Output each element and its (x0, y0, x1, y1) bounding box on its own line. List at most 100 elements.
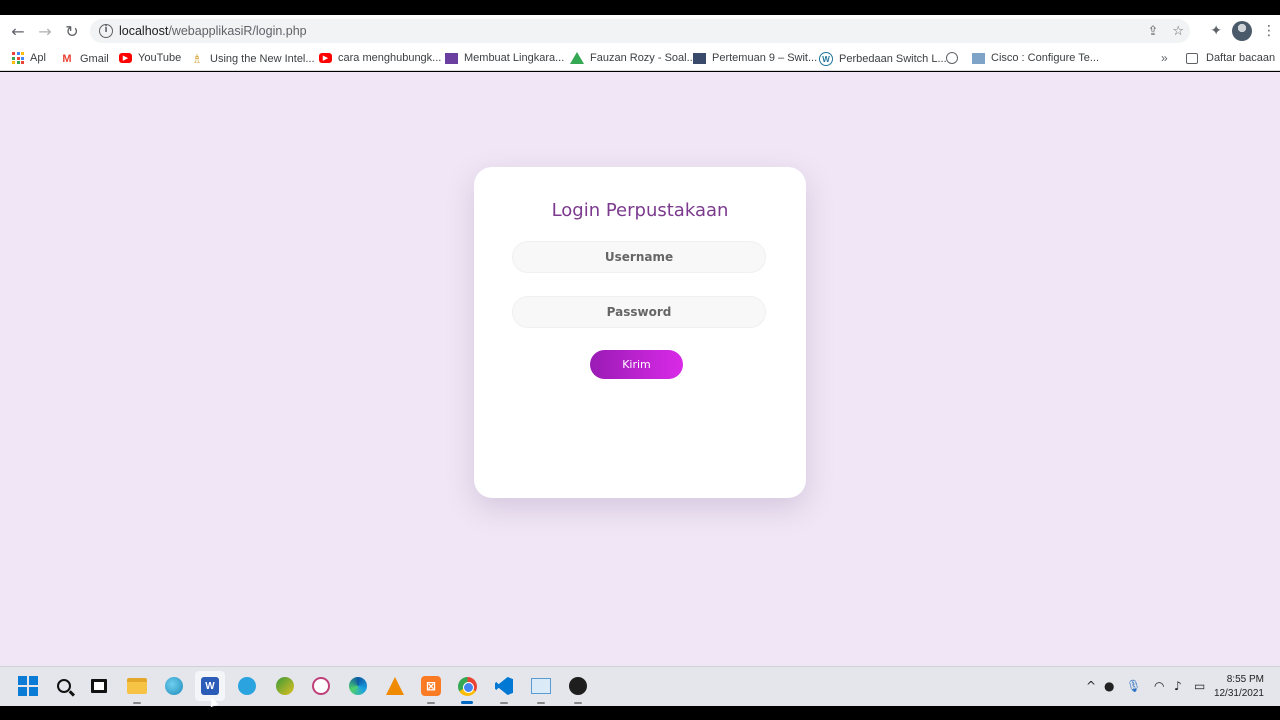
bookmark-label: Perbedaan Switch L... (839, 53, 947, 65)
intel-icon: ♗ (191, 52, 203, 66)
youtube-icon: ▶ (319, 53, 332, 63)
extensions-puzzle-icon[interactable]: ✦ (1210, 23, 1222, 39)
wordpress-icon: W (819, 52, 833, 66)
screen-bottom-bar (0, 706, 1280, 720)
bookmark-fauzan-rozy[interactable]: Fauzan Rozy - Soal... (570, 52, 696, 64)
edge-icon (349, 677, 367, 695)
reading-list-button[interactable]: Daftar bacaan (1186, 52, 1275, 64)
forward-button[interactable]: → (32, 18, 58, 44)
xampp-button[interactable]: ⊠ (420, 675, 442, 704)
bookmark-perbedaan-switch[interactable]: W Perbedaan Switch L... (819, 52, 947, 66)
app-button[interactable] (530, 675, 552, 704)
bookmark-label: Cisco : Configure Te... (991, 52, 1100, 64)
telegram-button[interactable] (236, 675, 258, 697)
bookmark-gmail[interactable]: M Gmail (60, 52, 109, 66)
reading-list-label: Daftar bacaan (1206, 52, 1276, 64)
back-button[interactable]: ← (5, 18, 31, 44)
bookmark-label: Gmail (80, 53, 109, 65)
globe-icon (946, 52, 958, 64)
youtube-icon: ▶ (119, 53, 132, 63)
reload-icon: ↻ (65, 21, 79, 41)
bookmark-cara-menghubungkan[interactable]: ▶ cara menghubungk... (319, 52, 441, 64)
search-button[interactable] (53, 675, 75, 697)
url-text[interactable]: localhost/webapplikasiR/login.php (119, 24, 307, 38)
task-view-button[interactable] (88, 675, 110, 697)
bookmark-label: cara menghubungk... (338, 52, 442, 64)
screen-top-bar (0, 0, 1280, 15)
site-info-icon[interactable]: i (99, 24, 113, 38)
vscode-icon (495, 677, 513, 695)
submit-button[interactable]: Kirim (590, 350, 683, 379)
browser-toolbar: ← → ↻ i localhost/webapplikasiR/login.ph… (0, 15, 1280, 47)
url-host: localhost (119, 24, 169, 38)
reload-button[interactable]: ↻ (59, 18, 85, 44)
url-path: /webapplikasiR/login.php (168, 24, 307, 38)
address-bar[interactable]: i localhost/webapplikasiR/login.php ⇪ ☆ (90, 19, 1190, 43)
username-input[interactable] (512, 241, 766, 273)
bookmark-favicon-icon (445, 52, 458, 64)
bookmarks-bar: Apl M Gmail ▶ YouTube ♗ Using the New In… (0, 47, 1280, 71)
edge-button[interactable] (347, 675, 369, 697)
obs-button[interactable] (567, 675, 589, 704)
chrome-icon (457, 676, 477, 696)
profile-avatar[interactable] (1232, 21, 1252, 41)
bookmark-label: Apl (30, 52, 46, 64)
clock-date: 12/31/2021 (1213, 688, 1264, 699)
taskbar-clock[interactable]: 8:55 PM 12/31/2021 (1214, 673, 1264, 701)
bookmark-globe[interactable] (946, 52, 964, 64)
login-title: Login Perpustakaan (551, 200, 729, 221)
bookmark-star-icon[interactable]: ☆ (1172, 24, 1184, 39)
bookmark-label: YouTube (138, 52, 182, 64)
chevron-up-icon[interactable]: ^ (1086, 679, 1096, 693)
bookmarks-overflow-button[interactable]: » (1161, 51, 1168, 65)
app-button[interactable] (310, 675, 332, 697)
telegram-icon (238, 677, 256, 695)
login-card: Login Perpustakaan Kirim (474, 167, 806, 498)
google-drive-icon (570, 52, 584, 64)
vlc-icon (386, 677, 404, 695)
bookmark-intel[interactable]: ♗ Using the New Intel... (190, 52, 315, 66)
bookmark-label: Pertemuan 9 – Swit... (712, 52, 818, 64)
start-button[interactable] (17, 675, 39, 697)
bookmark-membuat-lingkaran[interactable]: Membuat Lingkara... (445, 52, 564, 64)
password-input[interactable] (512, 296, 766, 328)
microphone-icon[interactable]: 🎙 (1126, 679, 1141, 693)
vscode-button[interactable] (493, 675, 515, 704)
bookmark-youtube[interactable]: ▶ YouTube (119, 52, 181, 64)
clock-time: 8:55 PM (1226, 674, 1264, 685)
task-view-icon (91, 679, 107, 693)
chrome-button[interactable] (456, 675, 478, 704)
arrow-right-icon: → (38, 21, 52, 41)
search-icon (57, 679, 71, 693)
apps-grid-icon (12, 52, 24, 64)
file-explorer-button[interactable] (126, 675, 148, 704)
bookmark-pertemuan-9[interactable]: Pertemuan 9 – Swit... (693, 52, 817, 64)
volume-icon[interactable]: ♪ (1174, 679, 1182, 693)
share-icon[interactable]: ⇪ (1147, 24, 1158, 39)
menu-kebab-icon[interactable]: ⋮ (1262, 23, 1276, 39)
reading-list-icon (1186, 52, 1198, 64)
tray-app-icon[interactable]: ● (1104, 679, 1114, 693)
app-icon (312, 677, 330, 695)
windows-logo-icon (18, 676, 38, 696)
bookmark-label: Using the New Intel... (210, 53, 315, 65)
app-button[interactable] (274, 675, 296, 697)
gmail-icon: M (62, 53, 72, 65)
bookmark-label: Fauzan Rozy - Soal... (590, 52, 696, 64)
bookmark-cisco[interactable]: Cisco : Configure Te... (972, 52, 1099, 64)
folder-icon (127, 678, 147, 694)
xampp-icon: ⊠ (421, 676, 441, 696)
app-button[interactable] (163, 675, 185, 697)
bookmark-favicon-icon (972, 52, 985, 64)
monitor-app-icon (531, 678, 551, 694)
bookmark-favicon-icon (693, 52, 706, 64)
app-icon (276, 677, 294, 695)
vlc-button[interactable] (384, 675, 406, 697)
obs-icon (569, 677, 587, 695)
arrow-left-icon: ← (11, 21, 25, 41)
bookmark-apps[interactable]: Apl (12, 52, 46, 64)
wifi-icon[interactable]: ◠ (1154, 679, 1164, 693)
system-tray: ^ ● 🎙 ◠ ♪ ▭ 8:55 PM 12/31/2021 (1080, 667, 1280, 707)
windows-taskbar: W ⊠ ^ ● 🎙 ◠ ♪ ▭ 8:55 PM 12/31/2021 (0, 666, 1280, 708)
battery-icon[interactable]: ▭ (1194, 679, 1205, 693)
